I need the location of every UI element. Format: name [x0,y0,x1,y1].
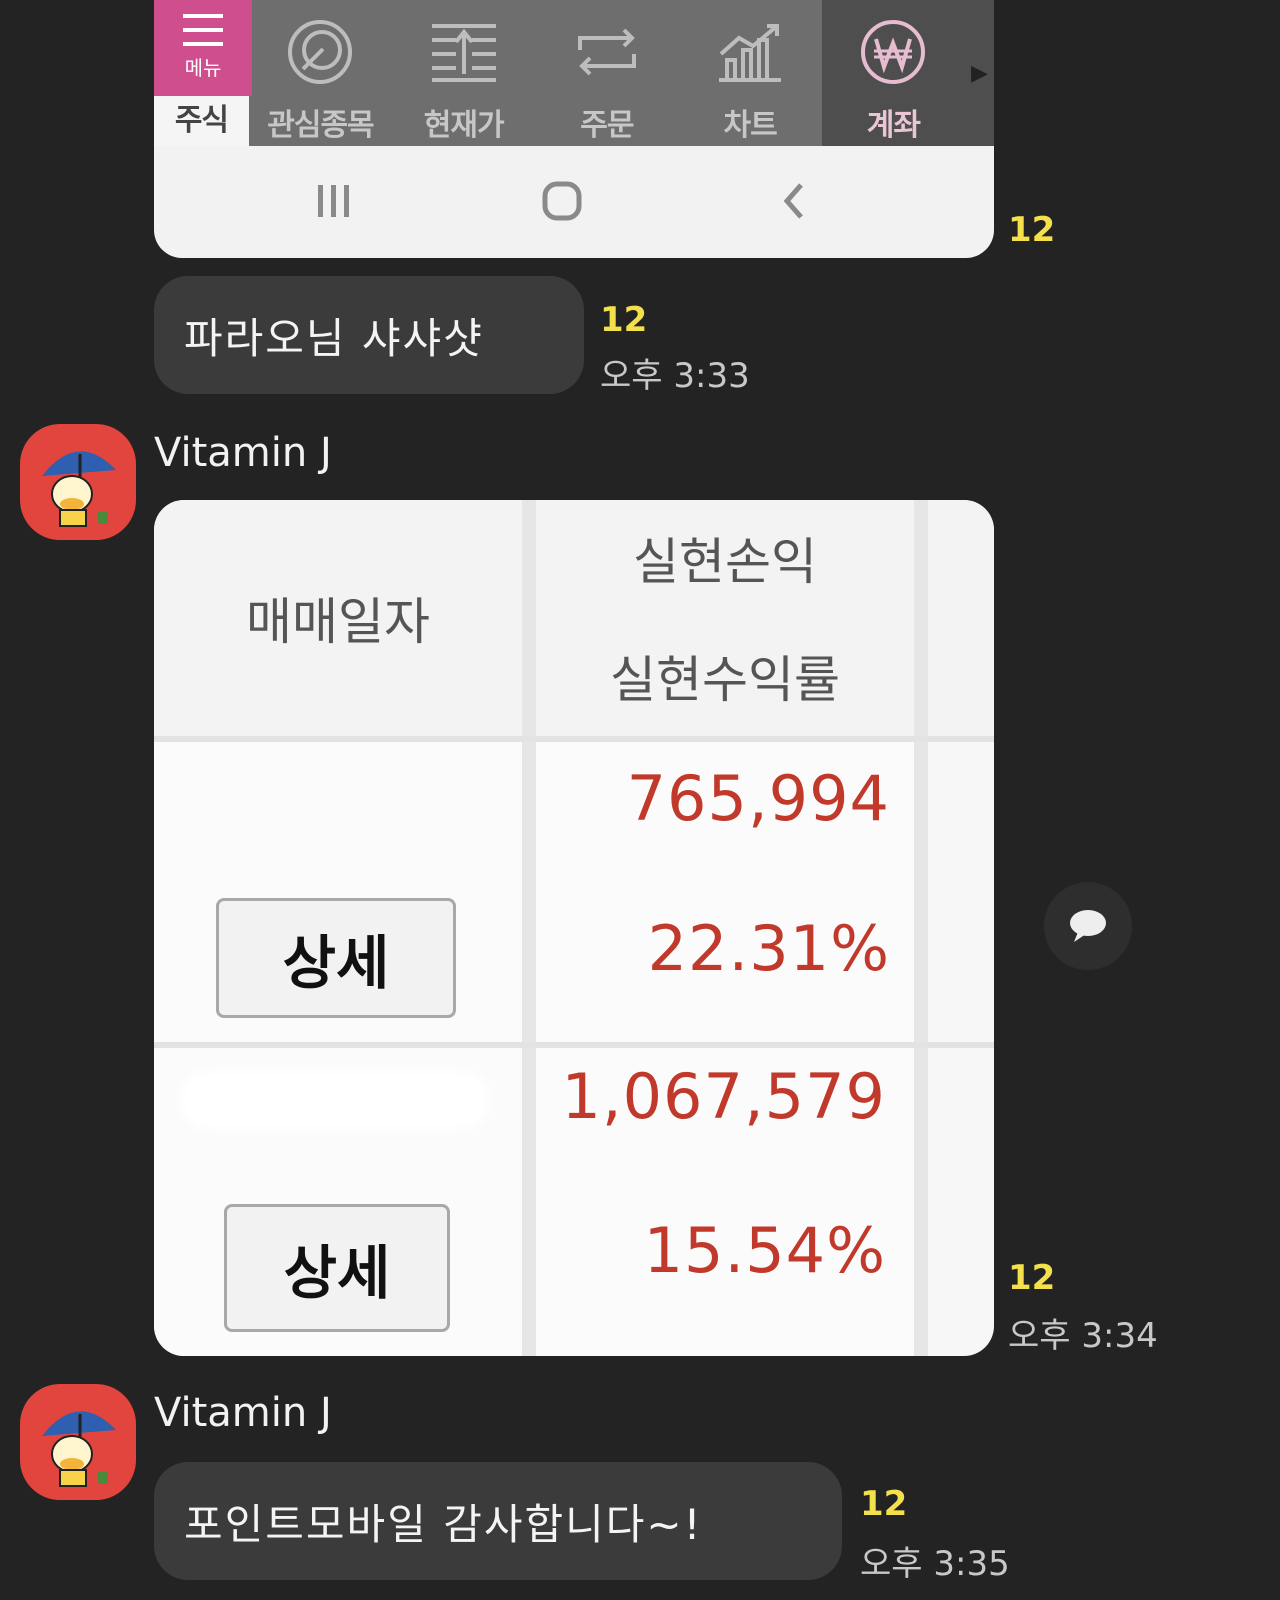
target-icon [288,20,353,84]
detail-button[interactable]: 상세 [216,898,456,1018]
message-bubble[interactable]: 파라오님 샤샤샷 [154,276,584,394]
toolbar-item-stock: 메뉴 주식 [154,0,252,146]
toolbar-item-account: 계좌 [821,0,965,146]
price-icon [431,24,496,82]
avatar-character-icon [42,451,116,527]
rate-value: 15.54% [643,1214,886,1287]
message-text: 포인트모바일 감사합니다~! [184,1499,703,1549]
toolbar-item-order: 주문 [535,0,678,146]
column-header-rate: 실현수익률 [610,651,840,709]
menu-label: 메뉴 [184,56,222,80]
avatar[interactable] [20,1384,136,1500]
toolbar-label-watchlist: 관심종목 [267,108,374,143]
won-icon [861,20,926,84]
android-nav-bar [154,146,994,258]
redacted-date [180,1070,490,1130]
message-time: 오후 3:34 [1008,1316,1158,1356]
home-icon [532,176,592,226]
rate-value: 22.31% [647,912,890,985]
avatar[interactable] [20,424,136,540]
toolbar-item-watchlist: 관심종목 [249,0,392,146]
stock-app-screenshot[interactable]: 메뉴 주식 관심종목 현재가 주문 차트 계좌 ▶ [154,0,994,258]
unread-count: 12 [1008,210,1056,250]
column-header-profit: 실현손익 [633,533,817,591]
exchange-icon [577,28,636,76]
toolbar-label-stock: 주식 [154,96,249,146]
toolbar-item-chart: 차트 [679,0,822,146]
unread-count: 12 [600,300,648,340]
menu-block: 메뉴 [154,0,252,96]
back-icon [764,176,824,226]
chart-icon [719,24,782,82]
sender-name: Vitamin J [154,1390,332,1436]
message-bubble[interactable]: 포인트모바일 감사합니다~! [154,1462,842,1580]
toolbar-next-icon: ▶ [964,0,994,146]
profit-value: 1,067,579 [561,1060,886,1133]
toolbar-label-price: 현재가 [423,108,505,143]
detail-button[interactable]: 상세 [224,1204,450,1332]
unread-count: 12 [1008,1258,1056,1298]
toolbar-item-price: 현재가 [392,0,535,146]
message-time: 오후 3:33 [600,356,750,396]
unread-count: 12 [860,1484,908,1524]
message-text: 파라오님 샤샤샷 [184,313,484,363]
reply-button[interactable] [1044,882,1132,970]
profit-value: 765,994 [626,762,890,835]
toolbar-label-order: 주문 [580,108,634,143]
toolbar-label-account: 계좌 [866,108,921,143]
app-toolbar: 메뉴 주식 관심종목 현재가 주문 차트 계좌 ▶ [154,0,994,146]
sender-name: Vitamin J [154,430,332,476]
message-time: 오후 3:35 [860,1544,1010,1584]
profit-table-screenshot[interactable]: 매매일자 실현손익 실현수익률 765,994 22.31% 상세 1,067,… [154,500,994,1356]
recent-apps-icon [304,176,364,226]
column-header-date: 매매일자 [246,593,430,651]
menu-icon [183,14,223,46]
speech-bubble-icon [1070,910,1106,942]
toolbar-label-chart: 차트 [723,108,778,143]
avatar-character-icon [42,1411,116,1487]
